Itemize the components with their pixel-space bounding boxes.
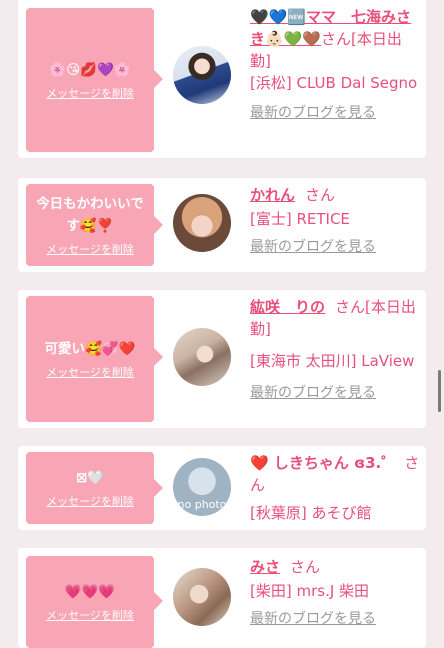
bubble-arrow bbox=[154, 70, 163, 88]
delete-message-link[interactable]: メッセージを削除 bbox=[32, 493, 148, 509]
cast-info: 🖤💙🆕ママ 七海みさき👶🏻💚🤎さん[本日出勤] [浜松] CLUB Dal Se… bbox=[250, 6, 422, 124]
shop-name: [柴田] mrs.J 柴田 bbox=[250, 582, 370, 600]
message-text: 可愛い🥰💞❤️ bbox=[44, 341, 136, 357]
cast-name-link[interactable]: ❤️ しきちゃん ɞ3.゜ bbox=[250, 454, 396, 472]
cast-avatar[interactable] bbox=[173, 568, 231, 626]
shop-name: [秋葉原] あそび館 bbox=[250, 504, 372, 522]
message-card: 今日もかわいいです🥰❣️ メッセージを削除 かれん さん [富士] RETICE … bbox=[18, 178, 426, 272]
message-text: 💗💗💗 bbox=[64, 584, 116, 600]
no-photo-placeholder: no photo bbox=[177, 498, 227, 511]
message-text: 今日もかわいいです🥰❣️ bbox=[36, 196, 144, 234]
delete-message-link[interactable]: メッセージを削除 bbox=[32, 85, 148, 101]
message-bubble: 可愛い🥰💞❤️ メッセージを削除 bbox=[26, 296, 163, 422]
message-text: ⊠🤍 bbox=[75, 470, 105, 486]
cast-name-link[interactable]: みさ bbox=[250, 558, 280, 576]
bubble-arrow bbox=[154, 592, 163, 610]
message-card: 💗💗💗 メッセージを削除 みさ さん [柴田] mrs.J 柴田 最新のブログを見… bbox=[18, 548, 426, 648]
delete-message-link[interactable]: メッセージを削除 bbox=[32, 241, 148, 257]
cast-info: ❤️ しきちゃん ɞ3.゜ さん [秋葉原] あそび館 bbox=[250, 452, 422, 524]
message-card: 🌸😘💋💜🌸 メッセージを削除 🖤💙🆕ママ 七海みさき👶🏻💚🤎さん[本日出勤] [… bbox=[18, 0, 426, 158]
latest-blog-link[interactable]: 最新のブログを見る bbox=[250, 102, 422, 124]
latest-blog-link[interactable]: 最新のブログを見る bbox=[250, 608, 422, 630]
cast-avatar[interactable] bbox=[173, 194, 231, 252]
message-bubble: 💗💗💗 メッセージを削除 bbox=[26, 556, 163, 648]
shop-name: [東海市 太田川] LaView bbox=[250, 352, 415, 370]
latest-blog-link[interactable]: 最新のブログを見る bbox=[250, 382, 422, 404]
latest-blog-link[interactable]: 最新のブログを見る bbox=[250, 236, 422, 258]
message-bubble: 🌸😘💋💜🌸 メッセージを削除 bbox=[26, 8, 163, 152]
cast-avatar[interactable] bbox=[173, 328, 231, 386]
cast-avatar[interactable] bbox=[173, 46, 231, 104]
message-card: ⊠🤍 メッセージを削除 no photo ❤️ しきちゃん ɞ3.゜ さん [秋葉… bbox=[18, 446, 426, 530]
bubble-arrow bbox=[154, 479, 163, 497]
scrollbar-thumb[interactable] bbox=[438, 370, 441, 412]
delete-message-link[interactable]: メッセージを削除 bbox=[32, 364, 148, 380]
message-card: 可愛い🥰💞❤️ メッセージを削除 紘咲 りの さん[本日出勤] [東海市 太田川]… bbox=[18, 290, 426, 428]
cast-info: かれん さん [富士] RETICE 最新のブログを見る bbox=[250, 184, 422, 258]
cast-info: みさ さん [柴田] mrs.J 柴田 最新のブログを見る bbox=[250, 556, 422, 630]
cast-name-link[interactable]: かれん bbox=[250, 186, 295, 204]
cast-name-link[interactable]: 紘咲 りの bbox=[250, 298, 325, 316]
message-bubble: 今日もかわいいです🥰❣️ メッセージを削除 bbox=[26, 184, 163, 266]
message-bubble: ⊠🤍 メッセージを削除 bbox=[26, 452, 163, 524]
cast-info: 紘咲 りの さん[本日出勤] [東海市 太田川] LaView 最新のブログを見る bbox=[250, 296, 422, 404]
cast-honorific: さん bbox=[290, 558, 321, 576]
cast-avatar[interactable]: no photo bbox=[173, 458, 231, 516]
cast-honorific: さん bbox=[305, 186, 336, 204]
message-text: 🌸😘💋💜🌸 bbox=[49, 62, 131, 78]
shop-name: [浜松] CLUB Dal Segno bbox=[250, 74, 418, 92]
shop-name: [富士] RETICE bbox=[250, 210, 350, 228]
delete-message-link[interactable]: メッセージを削除 bbox=[32, 607, 148, 623]
bubble-arrow bbox=[154, 348, 163, 366]
bubble-arrow bbox=[154, 216, 163, 234]
